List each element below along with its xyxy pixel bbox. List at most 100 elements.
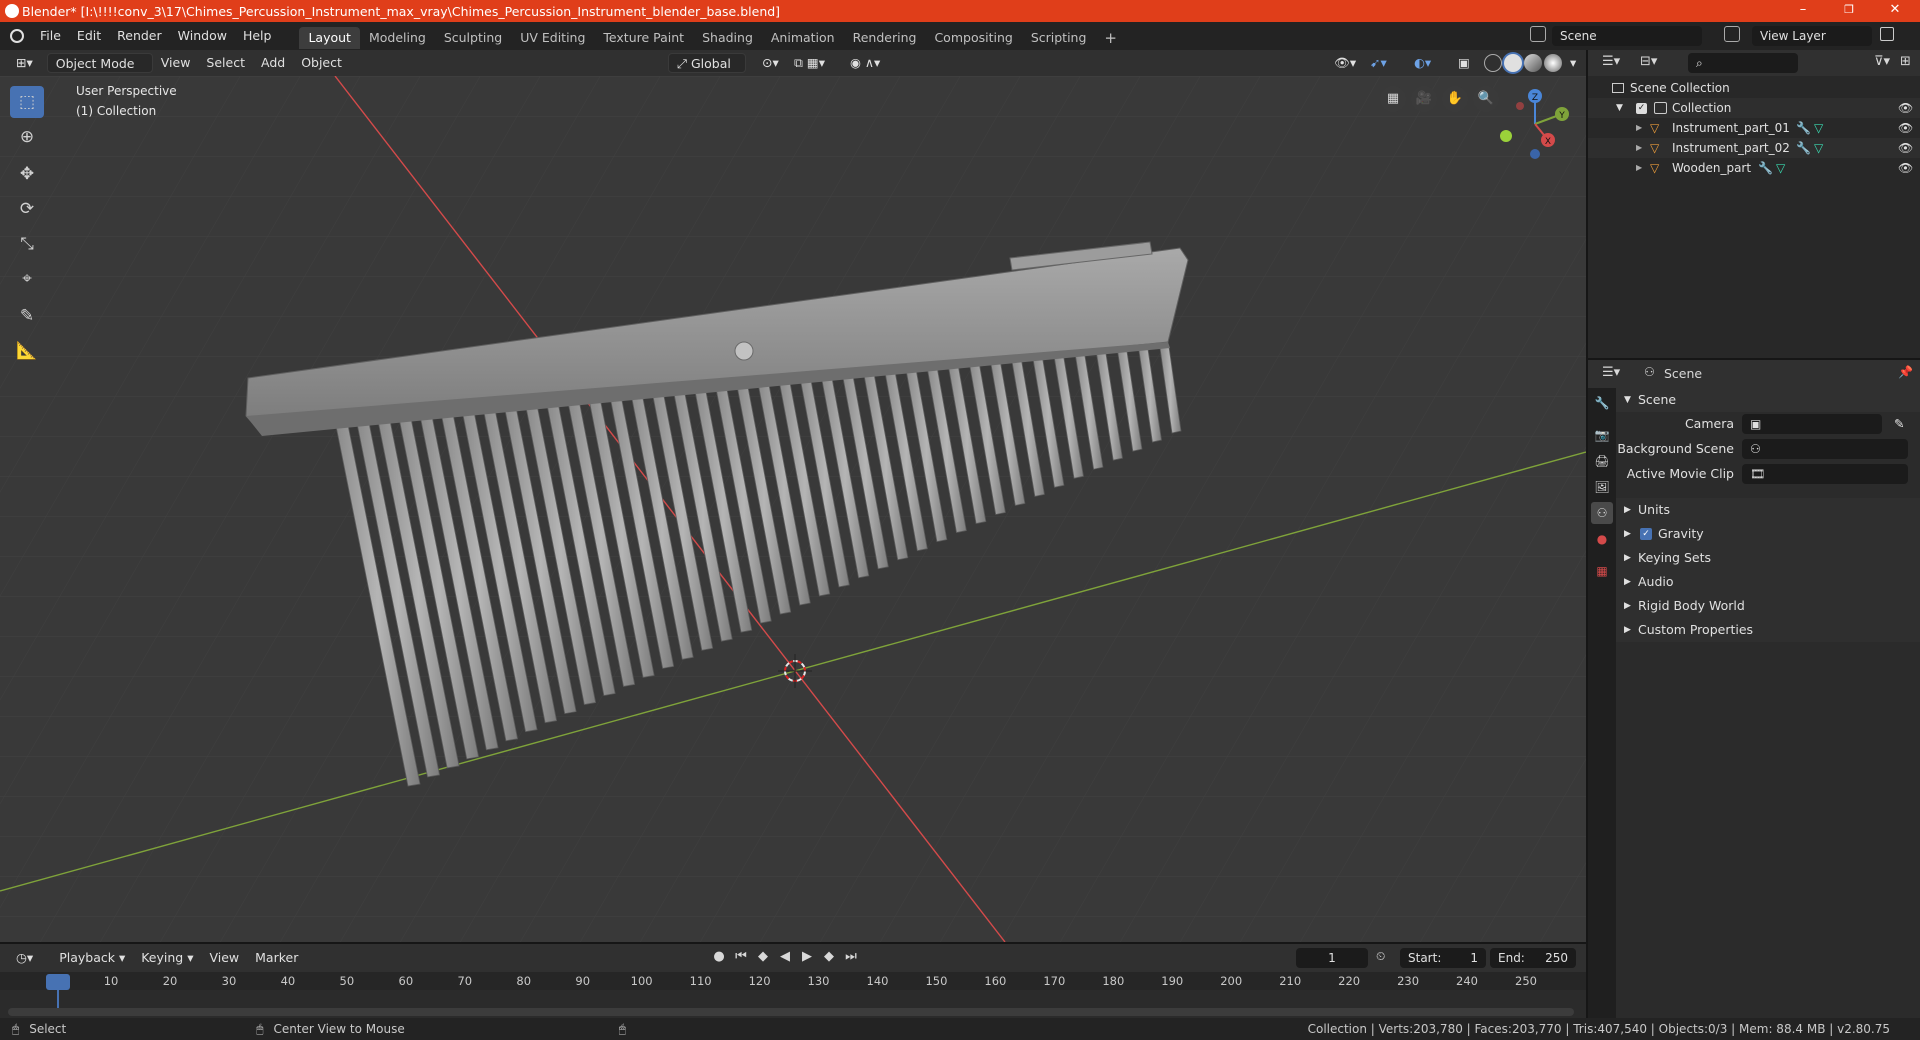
rotate-tool-icon[interactable]: ⟳ <box>10 193 44 225</box>
texture-tab-icon[interactable]: ▦ <box>1591 560 1613 582</box>
timeline-scrollbar[interactable] <box>8 1008 1574 1016</box>
area-divider[interactable] <box>0 942 1586 944</box>
outliner-search-input[interactable]: ⌕ <box>1688 53 1798 73</box>
visibility-icon[interactable]: 👁▾ <box>1326 53 1364 73</box>
measure-tool-icon[interactable]: 📐 <box>10 335 44 367</box>
scene-tab-icon[interactable]: ⚇ <box>1591 502 1613 524</box>
material-shading-icon[interactable] <box>1524 54 1542 72</box>
shading-options-icon[interactable]: ▾ <box>1562 53 1584 73</box>
pan-hand-icon[interactable]: ✋ <box>1442 86 1468 112</box>
current-frame-field[interactable]: 1 <box>1296 948 1368 968</box>
transform-tool-icon[interactable]: ⌖ <box>10 263 44 295</box>
panel-units[interactable]: ▶ Units <box>1616 498 1920 522</box>
add-workspace-button[interactable]: + <box>1095 27 1126 49</box>
new-view-layer-icon[interactable] <box>1880 27 1894 41</box>
collapse-arrow-icon[interactable]: ▼ <box>1616 98 1623 118</box>
modifier-icon[interactable]: 🔧 <box>1796 138 1811 158</box>
scene-field[interactable]: Scene <box>1552 26 1702 46</box>
3d-viewport[interactable]: User Perspective (1) Collection ▦ 🎥 ✋ 🔍 … <box>0 76 1586 942</box>
transform-orientation-dropdown[interactable]: ⤢ Global ▾ <box>668 53 746 91</box>
menu-render[interactable]: Render <box>109 22 170 50</box>
menu-edit[interactable]: Edit <box>69 22 109 50</box>
maximize-button[interactable]: ❐ <box>1826 0 1872 22</box>
menu-window[interactable]: Window <box>170 22 235 50</box>
tool-tab-icon[interactable]: 🔧 <box>1591 392 1613 414</box>
tab-animation[interactable]: Animation <box>762 27 844 49</box>
gizmo-neg-z-icon[interactable] <box>1530 149 1540 159</box>
panel-audio[interactable]: ▶ Audio <box>1616 570 1920 594</box>
gizmo-neg-x-icon[interactable] <box>1516 102 1524 110</box>
menu-select[interactable]: Select <box>198 53 253 73</box>
expand-arrow-icon[interactable]: ▶ <box>1636 138 1642 158</box>
menu-add[interactable]: Add <box>253 53 293 73</box>
annotate-tool-icon[interactable]: ✎ <box>10 300 44 332</box>
world-tab-icon[interactable]: ● <box>1591 528 1613 550</box>
outliner-row-object[interactable]: ▶ ▽ Instrument_part_01 🔧 ▽ 👁 <box>1588 118 1920 138</box>
panel-custom-properties[interactable]: ▶ Custom Properties <box>1616 618 1920 642</box>
scale-tool-icon[interactable]: ⤡ <box>10 228 44 260</box>
outliner-row-collection[interactable]: ▼ ✓ Collection 👁 <box>1588 98 1920 118</box>
mode-dropdown[interactable]: Object Mode ▾ <box>46 53 153 91</box>
modifier-icon[interactable]: 🔧 <box>1758 158 1773 178</box>
pin-icon[interactable]: 📌 <box>1898 365 1913 379</box>
cursor-tool-icon[interactable]: ⊕ <box>10 121 44 153</box>
playback-menu[interactable]: Playback ▾ <box>51 948 133 968</box>
outliner-row-object[interactable]: ▶ ▽ Wooden_part 🔧 ▽ 👁 <box>1588 158 1920 178</box>
view-layer-icon[interactable] <box>1724 26 1740 42</box>
camera-field[interactable]: ▣ <box>1742 414 1882 434</box>
panel-gravity[interactable]: ▶ ✓ Gravity <box>1616 522 1920 546</box>
marker-menu[interactable]: Marker <box>247 948 306 968</box>
mesh-data-icon[interactable]: ▽ <box>1814 118 1823 138</box>
modifier-icon[interactable]: 🔧 <box>1796 118 1811 138</box>
menu-help[interactable]: Help <box>235 22 280 50</box>
tab-texture-paint[interactable]: Texture Paint <box>594 27 693 49</box>
eye-icon[interactable]: 👁 <box>1898 98 1913 118</box>
tab-sculpting[interactable]: Sculpting <box>435 27 511 49</box>
move-tool-icon[interactable]: ✥ <box>10 158 44 190</box>
tab-shading[interactable]: Shading <box>693 27 762 49</box>
menu-view[interactable]: View <box>153 53 199 73</box>
eyedropper-icon[interactable]: ✎ <box>1894 412 1904 436</box>
minimize-button[interactable]: – <box>1780 0 1826 22</box>
active-movie-clip-field[interactable]: 🎞 <box>1742 464 1908 484</box>
expand-arrow-icon[interactable]: ▶ <box>1636 158 1642 178</box>
navigation-gizmo[interactable]: Z Y X <box>1490 84 1580 164</box>
editor-type-icon[interactable]: ⊞▾ <box>8 53 41 73</box>
keying-menu[interactable]: Keying ▾ <box>133 948 201 968</box>
play-reverse-icon[interactable]: ◀ <box>776 949 794 964</box>
output-tab-icon[interactable]: 🖨 <box>1591 450 1613 472</box>
proportional-edit-icon[interactable]: ◉ ∧▾ <box>842 53 888 73</box>
area-divider[interactable] <box>1588 358 1920 360</box>
menu-file[interactable]: File <box>32 22 69 50</box>
tab-scripting[interactable]: Scripting <box>1022 27 1096 49</box>
gizmo-toggle-icon[interactable]: ➹▾ <box>1362 53 1395 73</box>
expand-arrow-icon[interactable]: ▶ <box>1636 118 1642 138</box>
toggle-grid-icon[interactable]: ▦ <box>1380 86 1406 112</box>
jump-end-icon[interactable]: ⏭ <box>842 949 860 964</box>
jump-start-icon[interactable]: ⏮ <box>732 949 750 964</box>
tab-layout[interactable]: Layout <box>299 26 360 49</box>
panel-keying-sets[interactable]: ▶ Keying Sets <box>1616 546 1920 570</box>
render-tab-icon[interactable]: 📷 <box>1591 424 1613 446</box>
gizmo-neg-y-icon[interactable] <box>1500 130 1512 142</box>
gravity-checkbox-icon[interactable]: ✓ <box>1640 528 1652 540</box>
select-box-tool-icon[interactable]: ⬚ <box>10 86 44 118</box>
view-layer-field[interactable]: View Layer <box>1752 26 1872 46</box>
properties-editor-type-icon[interactable]: ☰▾ <box>1602 365 1620 380</box>
record-icon[interactable]: ● <box>710 949 728 964</box>
rendered-shading-icon[interactable] <box>1544 54 1562 72</box>
mesh-data-icon[interactable]: ▽ <box>1776 158 1785 178</box>
eye-icon[interactable]: 👁 <box>1898 118 1913 138</box>
outliner-row-object[interactable]: ▶ ▽ Instrument_part_02 🔧 ▽ 👁 <box>1588 138 1920 158</box>
eye-icon[interactable]: 👁 <box>1898 158 1913 178</box>
scene-section-header[interactable]: ▼ Scene <box>1616 388 1920 412</box>
prev-keyframe-icon[interactable]: ◆ <box>754 949 772 964</box>
display-mode-icon[interactable]: ⊟▾ <box>1640 54 1657 69</box>
pivot-icon[interactable]: ⊙▾ <box>754 53 787 73</box>
overlays-icon[interactable]: ◐▾ <box>1406 53 1439 73</box>
eye-icon[interactable]: 👁 <box>1898 138 1913 158</box>
next-keyframe-icon[interactable]: ◆ <box>820 949 838 964</box>
end-frame-field[interactable]: End: 250 <box>1490 948 1576 968</box>
wireframe-shading-icon[interactable] <box>1484 54 1502 72</box>
close-button[interactable]: ✕ <box>1872 0 1918 22</box>
